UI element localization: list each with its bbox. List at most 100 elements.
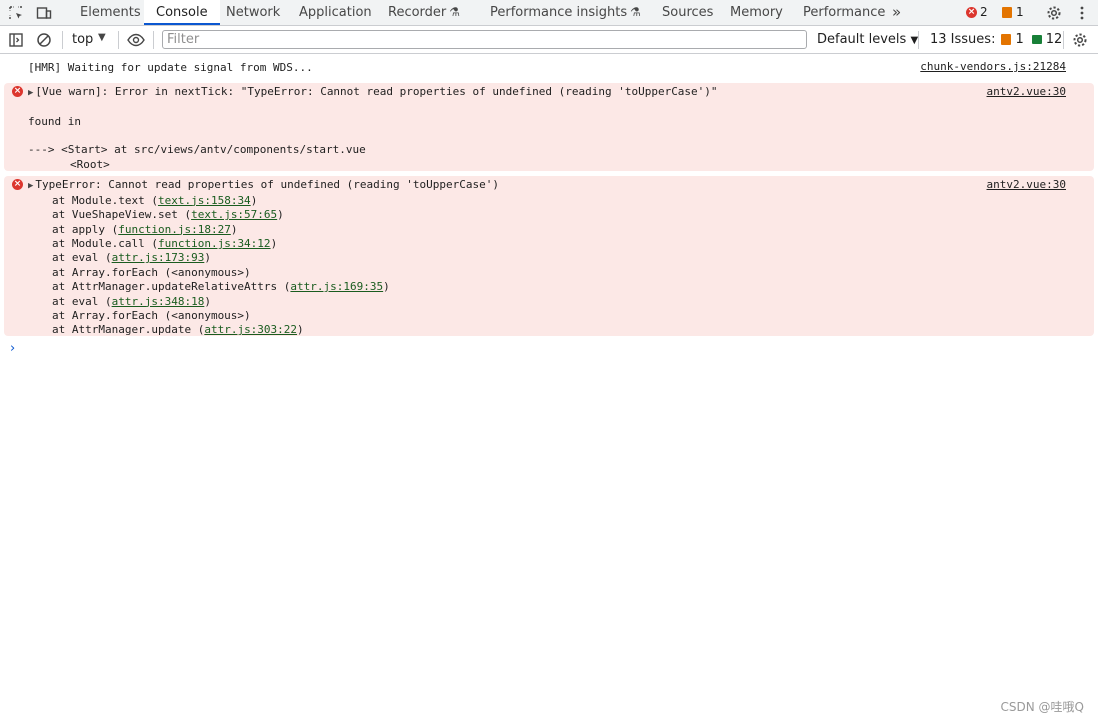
chevron-down-icon[interactable]: ▼ [98, 32, 106, 43]
component-trace: ---> <Start> at src/views/antv/component… [28, 143, 366, 157]
source-link[interactable]: chunk-vendors.js:21284 [920, 60, 1066, 74]
settings-gear-icon[interactable] [1045, 4, 1063, 22]
error-icon: × [12, 179, 23, 191]
stack-frame-link[interactable]: text.js:57:65 [191, 208, 277, 221]
tab-performance-insights-label: Performance insights [490, 5, 628, 20]
experiment-flask-icon: ⚗ [630, 5, 641, 19]
log-levels-dropdown[interactable]: Default levels ▼ [817, 32, 918, 47]
stack-frame-end: ) [204, 294, 211, 308]
warning-count: 1 [1016, 5, 1024, 19]
tab-recorder[interactable]: Recorder ⚗ [376, 0, 472, 25]
stack-frame-function: at apply ( [52, 222, 119, 236]
issues-counter[interactable]: 13 Issues: 1 12 [930, 32, 1062, 47]
stack-frame: at eval (attr.js:173:93) [52, 251, 1094, 265]
stack-frame-function: at VueShapeView.set ( [52, 208, 192, 222]
device-toolbar-icon[interactable] [35, 4, 53, 22]
issues-warning-icon [1001, 34, 1012, 45]
error-count: 2 [980, 5, 988, 19]
stack-frame-function: at Module.text ( [52, 193, 158, 207]
watermark: CSDN @哇哦Q [1000, 700, 1084, 714]
devtools-tabbar: Elements Console Network Application Rec… [0, 0, 1098, 26]
issues-info-icon [1031, 35, 1042, 44]
stack-frame: at VueShapeView.set (text.js:57:65) [52, 208, 1094, 222]
warning-count-badge[interactable]: 1 [1002, 5, 1024, 19]
sidebar-toggle-icon[interactable] [7, 31, 25, 49]
issues-info-count: 12 [1045, 32, 1063, 47]
toolbar-divider [118, 31, 119, 49]
tab-performance-insights[interactable]: Performance insights ⚗ [478, 0, 653, 25]
more-tabs-button[interactable]: » [880, 0, 913, 25]
stack-frame-end: ) [297, 323, 304, 337]
console-output: [HMR] Waiting for update signal from WDS… [0, 58, 1098, 336]
stack-frame: at AttrManager.update (attr.js:303:22) [52, 323, 1094, 337]
more-options-icon[interactable] [1073, 4, 1091, 22]
error-summary[interactable]: ▶ [Vue warn]: Error in nextTick: "TypeErr… [28, 85, 1094, 100]
source-link[interactable]: antv2.vue:30 [987, 178, 1066, 192]
stack-frame-function: at AttrManager.updateRelativeAttrs ( [52, 280, 291, 294]
log-text: [HMR] Waiting for update signal from WDS… [28, 61, 313, 74]
tab-network[interactable]: Network [214, 0, 292, 25]
tab-elements[interactable]: Elements [68, 0, 153, 25]
clear-console-icon[interactable] [35, 31, 53, 49]
error-message: × ▶ TypeError: Cannot read properties of … [4, 176, 1094, 336]
stack-frame: at eval (attr.js:348:18) [52, 295, 1094, 309]
context-selector[interactable]: top [72, 32, 93, 47]
error-message: × ▶ [Vue warn]: Error in nextTick: "TypeE… [4, 83, 1094, 172]
log-levels-label: Default levels [817, 32, 907, 47]
toolbar-divider [1063, 31, 1064, 49]
stack-frame: at apply (function.js:18:27) [52, 223, 1094, 237]
expand-triangle-icon[interactable]: ▶ [28, 181, 33, 191]
tab-recorder-label: Recorder [388, 5, 447, 20]
tab-memory[interactable]: Memory [718, 0, 795, 25]
tab-console[interactable]: Console [144, 0, 220, 25]
console-settings-gear-icon[interactable] [1071, 31, 1089, 49]
error-count-badge[interactable]: × 2 [966, 5, 988, 19]
experiment-flask-icon: ⚗ [449, 5, 461, 19]
error-text: [Vue warn]: Error in nextTick: "TypeErro… [35, 85, 718, 99]
stack-frame-end: ) [383, 280, 390, 294]
expand-triangle-icon[interactable]: ▶ [28, 88, 33, 98]
stack-frame-function: at Module.call ( [52, 237, 158, 251]
stack-frame: at Module.call (function.js:34:12) [52, 237, 1094, 251]
live-expression-eye-icon[interactable] [127, 31, 145, 49]
stack-frame-link[interactable]: function.js:18:27 [118, 223, 231, 236]
stack-frame-end: ) [270, 237, 278, 251]
stack-frame-end: ) [277, 208, 284, 222]
filter-input[interactable] [162, 30, 807, 49]
toolbar-divider [62, 31, 63, 49]
tab-application[interactable]: Application [287, 0, 384, 25]
error-text: TypeError: Cannot read properties of und… [35, 178, 500, 192]
inspect-element-icon[interactable] [7, 4, 25, 22]
toolbar-divider [153, 31, 154, 49]
stack-trace: at Module.text (text.js:158:34) at VueSha… [28, 194, 1094, 338]
stack-frame-link[interactable]: attr.js:169:35 [290, 280, 383, 293]
error-summary[interactable]: ▶ TypeError: Cannot read properties of un… [28, 178, 1094, 193]
stack-frame-link[interactable]: function.js:34:12 [158, 237, 271, 250]
stack-frame-function: at eval ( [52, 294, 112, 308]
found-in-text: found in [28, 114, 81, 128]
stack-frame-link[interactable]: text.js:158:34 [158, 194, 251, 207]
error-icon: × [12, 86, 23, 98]
stack-frame-link[interactable]: attr.js:348:18 [112, 295, 205, 308]
stack-frame-function: at Array.forEach (<anonymous>) [52, 265, 251, 279]
stack-frame-end: ) [230, 222, 238, 236]
issues-warning-count: 1 [1015, 32, 1024, 47]
stack-frame: at Array.forEach (<anonymous>) [52, 309, 1094, 323]
stack-frame: at Module.text (text.js:158:34) [52, 194, 1094, 208]
stack-frame: at Array.forEach (<anonymous>) [52, 266, 1094, 280]
warning-icon [1002, 6, 1012, 18]
console-prompt[interactable]: › [10, 341, 15, 356]
stack-frame-function: at eval ( [52, 251, 112, 265]
toolbar-divider [918, 31, 919, 49]
issues-label: 13 Issues: [930, 32, 996, 47]
stack-frame: at AttrManager.updateRelativeAttrs (attr… [52, 280, 1094, 294]
error-icon: × [966, 6, 977, 18]
stack-frame-end: ) [250, 193, 258, 207]
stack-frame-link[interactable]: attr.js:173:93 [112, 251, 205, 264]
component-trace-root: <Root> [70, 157, 110, 171]
stack-frame-link[interactable]: attr.js:303:22 [204, 323, 297, 336]
source-link[interactable]: antv2.vue:30 [987, 85, 1066, 99]
console-toolbar: top ▼ Default levels ▼ 13 Issues: 1 12 [0, 26, 1098, 54]
stack-frame-function: at Array.forEach (<anonymous>) [52, 309, 251, 323]
tab-sources[interactable]: Sources [650, 0, 725, 25]
